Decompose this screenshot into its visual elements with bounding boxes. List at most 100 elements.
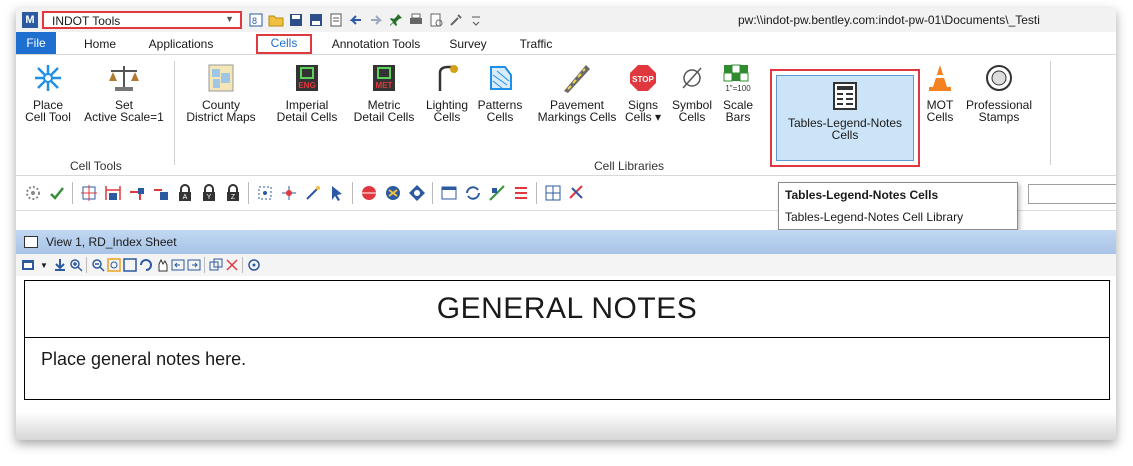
sparkle-icon[interactable] [278,182,300,204]
workflow-selector[interactable]: INDOT Tools ▼ [42,11,242,29]
transform-icon[interactable] [486,182,508,204]
pan-view-icon[interactable] [154,257,170,273]
toolbar-divider [352,182,353,204]
sheet-heading: GENERAL NOTES [25,281,1109,338]
met-detail-icon: MET [367,61,401,95]
tab-file[interactable]: File [16,32,56,54]
application-window: M INDOT Tools ▼ 8 pw:\\indot-pw.bentley.… [16,8,1116,440]
print-icon[interactable] [408,12,424,28]
tooltip: Tables-Legend-Notes Cells Tables-Legend-… [778,182,1018,230]
lock-z-icon[interactable]: Z [222,182,244,204]
fit-view-icon[interactable] [122,257,138,273]
button-label: Tables-Legend-Notes Cells [787,116,903,142]
rotate-view-icon[interactable] [138,257,154,273]
button-label: Patterns Cells [477,98,523,124]
update-view-icon[interactable] [52,257,68,273]
save-icon[interactable] [288,12,304,28]
window-icon[interactable] [438,182,460,204]
scale-bars-button[interactable]: 1"=100 Scale Bars [716,61,760,123]
app-logo-icon[interactable]: M [22,12,38,28]
snap-icon[interactable] [22,182,44,204]
measure-icon[interactable] [566,182,588,204]
lock-tag-icon[interactable] [150,182,172,204]
toolbar-divider [204,257,205,273]
button-label: Imperial Detail Cells [276,98,338,124]
lock-y-icon[interactable]: Y [198,182,220,204]
compress-icon[interactable] [328,12,344,28]
save-settings-icon[interactable] [308,12,324,28]
window-area-icon[interactable] [106,257,122,273]
level-icon[interactable] [510,182,532,204]
check-icon[interactable] [46,182,68,204]
signs-cells-button[interactable]: STOP Signs Cells ▾ [620,61,666,123]
view-previous-icon[interactable] [170,257,186,273]
table-notes-icon [828,79,862,113]
svg-text:Z: Z [231,194,236,201]
wand-icon[interactable] [302,182,324,204]
dimension-icon[interactable] [102,182,124,204]
accudraw-icon[interactable] [254,182,276,204]
zoom-in-icon[interactable] [68,257,84,273]
svg-text:ENG: ENG [298,81,315,90]
lighting-icon [430,61,464,95]
clip-view-icon[interactable] [224,257,240,273]
attach-icon[interactable] [126,182,148,204]
open-folder-icon[interactable] [268,12,284,28]
customize-icon[interactable] [468,12,484,28]
sync-icon[interactable] [462,182,484,204]
pavement-markings-cells-button[interactable]: Pavement Markings Cells [534,61,620,123]
view-settings-icon[interactable] [246,257,262,273]
zoom-out-icon[interactable] [90,257,106,273]
gem-icon[interactable] [406,182,428,204]
chevron-down-icon[interactable]: ▼ [36,257,52,273]
undo-icon[interactable] [348,12,364,28]
ribbon-panel: Place Cell Tool Set Active Scale=1 Cell … [16,54,1116,176]
copy-view-icon[interactable] [208,257,224,273]
professional-stamps-button[interactable]: Professional Stamps [956,61,1042,123]
scale-icon [107,61,141,95]
toolbar-divider [536,182,537,204]
pavement-icon [560,61,594,95]
tables-legend-notes-cells-button[interactable]: Tables-Legend-Notes Cells [776,79,914,141]
pin-icon[interactable] [388,12,404,28]
chevron-down-icon[interactable]: ▼ [225,14,234,24]
group-divider [1050,61,1051,165]
county-district-maps-button[interactable]: County District Maps [178,61,264,123]
print-preview-icon[interactable] [428,12,444,28]
place-cell-tool-button[interactable]: Place Cell Tool [18,61,78,123]
svg-text:MET: MET [376,81,393,90]
view-window-icon [24,236,38,248]
redo-icon[interactable] [368,12,384,28]
quick-access-toolbar: M INDOT Tools ▼ 8 pw:\\indot-pw.bentley.… [16,8,1116,32]
tab-cells[interactable]: Cells [256,34,312,54]
tools-icon[interactable] [448,12,464,28]
imperial-detail-cells-button[interactable]: ENG Imperial Detail Cells [268,61,346,123]
tab-annotation-tools[interactable]: Annotation Tools [324,35,428,53]
svg-text:A: A [183,194,188,201]
tab-applications[interactable]: Applications [138,35,224,53]
lighting-cells-button[interactable]: Lighting Cells [422,61,472,123]
grid-icon[interactable] [542,182,564,204]
sheet-body-text: Place general notes here. [41,349,247,369]
view-next-icon[interactable] [186,257,202,273]
set-active-scale-button[interactable]: Set Active Scale=1 [80,61,168,123]
sphere-icon[interactable] [358,182,380,204]
metric-detail-cells-button[interactable]: MET Metric Detail Cells [348,61,420,123]
tab-home[interactable]: Home [72,35,128,53]
tab-survey[interactable]: Survey [440,35,496,53]
button-label: Professional Stamps [965,98,1033,124]
view-attributes-icon[interactable] [20,257,36,273]
pointer-icon[interactable] [326,182,348,204]
workspace-icon[interactable]: 8 [248,12,264,28]
globe-icon[interactable] [382,182,404,204]
search-input[interactable] [1028,184,1116,204]
symbol-cells-button[interactable]: Symbol Cells [668,61,716,123]
scale-bar-badge: 1"=100 [725,84,751,93]
tab-traffic[interactable]: Traffic [508,35,564,53]
patterns-icon [483,61,517,95]
mot-cells-button[interactable]: MOT Cells [922,61,958,123]
lock-a-icon[interactable]: A [174,182,196,204]
patterns-cells-button[interactable]: Patterns Cells [474,61,526,123]
button-label: MOT Cells [926,98,954,124]
origin-icon[interactable] [78,182,100,204]
